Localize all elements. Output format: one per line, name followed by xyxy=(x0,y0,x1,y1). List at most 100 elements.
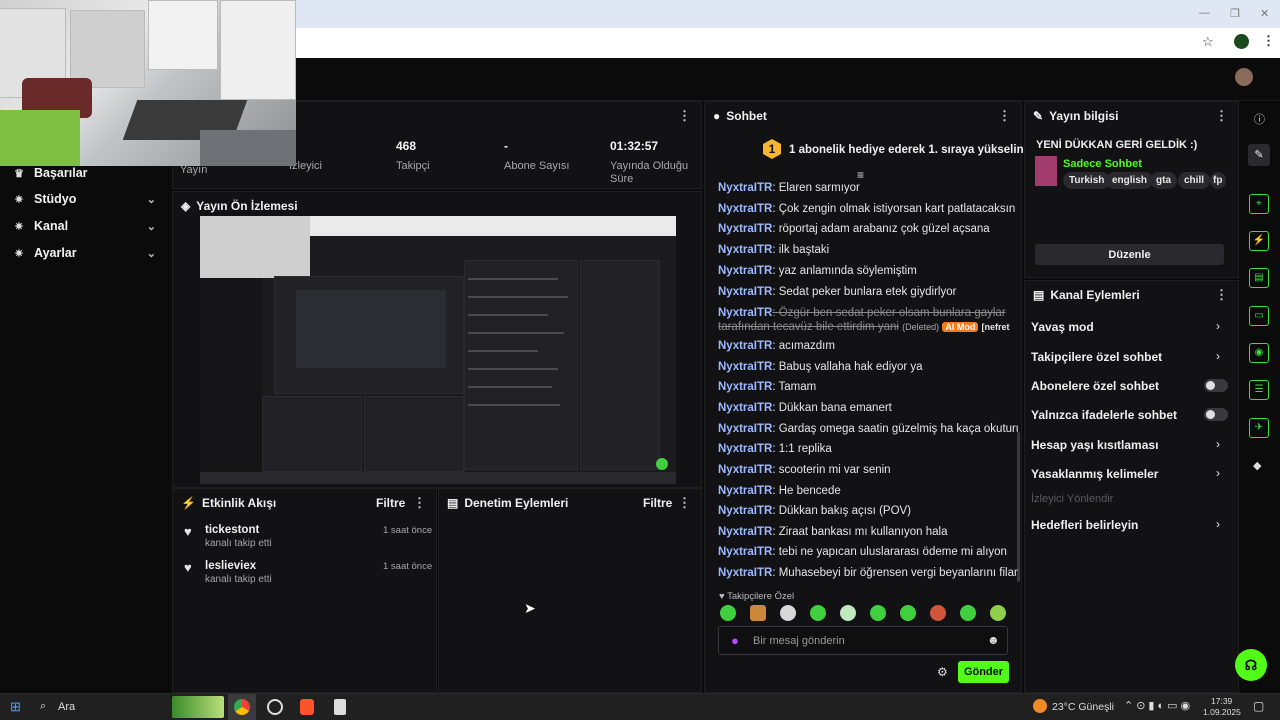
document-icon[interactable]: ▤ xyxy=(1249,268,1269,288)
info-icon[interactable]: ⓘ xyxy=(1254,111,1265,127)
chat-bubble-icon[interactable]: ▭ xyxy=(1249,306,1269,326)
chevron-right-icon[interactable]: › xyxy=(1216,517,1220,531)
clock-date[interactable]: 1.09.2025 xyxy=(1203,707,1241,717)
star-icon[interactable]: ☆ xyxy=(1202,34,1214,50)
microphone-icon[interactable]: ● xyxy=(731,633,739,648)
banned-words-item[interactable]: Yasaklanmış kelimeler xyxy=(1031,467,1158,481)
emoji-icon[interactable]: ☻ xyxy=(987,633,1000,647)
chat-username[interactable]: NyxtraITR xyxy=(718,443,772,455)
broadcast-icon[interactable]: ◉ xyxy=(1249,343,1269,363)
more-icon[interactable]: ⋮ xyxy=(1215,287,1228,303)
avatar[interactable] xyxy=(1235,68,1253,86)
account-age-item[interactable]: Hesap yaşı kısıtlaması xyxy=(1031,438,1158,452)
emote-icon[interactable] xyxy=(720,605,736,621)
taskbar-search[interactable]: Ara xyxy=(58,701,75,713)
chat-message: NyxtraITR: tebi ne yapıcan uluslararası … xyxy=(718,546,1007,558)
more-icon[interactable]: ⋮ xyxy=(1215,108,1228,124)
more-icon[interactable]: ⋮ xyxy=(678,495,691,511)
emote-icon[interactable] xyxy=(780,605,796,621)
emote-icon[interactable] xyxy=(870,605,886,621)
chat-username[interactable]: NyxtraITR xyxy=(718,402,772,414)
tag[interactable]: gta xyxy=(1150,172,1177,189)
minimize-icon[interactable]: — xyxy=(1199,7,1210,19)
clock-time[interactable]: 17:39 xyxy=(1211,696,1232,706)
chat-username[interactable]: NyxtraITR xyxy=(718,423,772,435)
wrench-icon[interactable]: ✈ xyxy=(1249,418,1269,438)
slow-mode-item[interactable]: Yavaş mod xyxy=(1031,320,1094,334)
tag[interactable]: Turkish xyxy=(1063,172,1111,189)
chat-username[interactable]: NyxtraITR xyxy=(718,307,772,319)
chat-username[interactable]: NyxtraITR xyxy=(718,361,772,373)
search-icon[interactable]: ⌕ xyxy=(40,700,46,713)
crop-icon[interactable]: ⌖ xyxy=(1249,194,1269,214)
chat-username[interactable]: NyxtraITR xyxy=(718,381,772,393)
set-goals-item[interactable]: Hedefleri belirleyin xyxy=(1031,518,1138,532)
chat-username[interactable]: NyxtraITR xyxy=(718,286,772,298)
tag[interactable]: fp xyxy=(1210,172,1226,189)
chrome-icon[interactable] xyxy=(234,699,250,715)
chat-username[interactable]: NyxtraITR xyxy=(718,567,772,579)
obs-icon[interactable] xyxy=(267,699,283,715)
stream-preview[interactable] xyxy=(200,216,676,484)
subscribers-only-toggle[interactable] xyxy=(1204,379,1228,392)
close-icon[interactable]: ✕ xyxy=(1260,7,1269,20)
emote-icon[interactable] xyxy=(840,605,856,621)
pinned-message[interactable]: 1 abonelik hediye ederek 1. sıraya yükse… xyxy=(789,144,1024,156)
tray-icons[interactable]: ⌃⊙▮◐▭◉ xyxy=(1124,699,1193,712)
bolt-icon[interactable]: ⚡ xyxy=(1249,231,1269,251)
emote-icon[interactable] xyxy=(990,605,1006,621)
edit-button[interactable]: Düzenle xyxy=(1035,244,1224,265)
emote-icon[interactable] xyxy=(810,605,826,621)
profile-icon[interactable] xyxy=(1234,34,1249,49)
chat-username[interactable]: NyxtraITR xyxy=(718,265,772,277)
chat-username[interactable]: NyxtraITR xyxy=(718,203,772,215)
support-icon[interactable]: ☊ xyxy=(1235,649,1267,681)
notification-icon[interactable]: ▢ xyxy=(1253,699,1264,713)
sidebar-item-channel[interactable]: ✷ Kanal ⌄ xyxy=(12,215,162,237)
pencil-icon[interactable]: ✎ xyxy=(1248,144,1270,166)
weather-text[interactable]: 23°C Güneşli xyxy=(1052,701,1114,713)
activity-user[interactable]: tickestont xyxy=(205,524,259,536)
chat-username[interactable]: NyxtraITR xyxy=(718,340,772,352)
emote-icon[interactable] xyxy=(900,605,916,621)
menu-icon[interactable]: ⋮ xyxy=(1262,33,1275,49)
sidebar-item-studio[interactable]: ✷ Stüdyo ⌄ xyxy=(12,188,162,210)
chat-username[interactable]: NyxtraITR xyxy=(718,464,772,476)
chat-username[interactable]: NyxtraITR xyxy=(718,223,772,235)
restore-icon[interactable]: ❐ xyxy=(1230,7,1240,20)
chat-input[interactable]: ● Bir mesaj gönderin ☻ xyxy=(718,626,1008,655)
send-button[interactable]: Gönder xyxy=(958,661,1009,683)
more-icon[interactable]: ⋮ xyxy=(413,495,426,511)
chevron-right-icon[interactable]: › xyxy=(1216,437,1220,451)
chat-username[interactable]: NyxtraITR xyxy=(718,546,772,558)
chevron-right-icon[interactable]: › xyxy=(1216,349,1220,363)
layout-icon[interactable]: ☰ xyxy=(1249,380,1269,400)
emote-icon[interactable] xyxy=(930,605,946,621)
chat-username[interactable]: NyxtraITR xyxy=(718,526,772,538)
gear-icon[interactable]: ⚙ xyxy=(937,665,948,679)
chat-username[interactable]: NyxtraITR xyxy=(718,182,772,194)
category-link[interactable]: Sadece Sohbet xyxy=(1063,158,1142,170)
chevron-right-icon[interactable]: › xyxy=(1216,466,1220,480)
emote-only-toggle[interactable] xyxy=(1204,408,1228,421)
tag[interactable]: english xyxy=(1106,172,1154,189)
windows-start-icon[interactable]: ⊞ xyxy=(10,699,21,715)
chat-username[interactable]: NyxtraITR xyxy=(718,244,772,256)
followers-only-item[interactable]: Takipçilere özel sohbet xyxy=(1031,350,1162,364)
more-icon[interactable]: ⋮ xyxy=(678,108,691,124)
collapse-icon[interactable]: ≡ xyxy=(857,168,864,182)
chevron-right-icon[interactable]: › xyxy=(1216,319,1220,333)
more-icon[interactable]: ⋮ xyxy=(998,108,1011,124)
shapes-icon[interactable]: ◆ xyxy=(1253,459,1261,472)
moderation-filter-button[interactable]: Filtre xyxy=(643,496,672,510)
chat-username[interactable]: NyxtraITR xyxy=(718,505,772,517)
brave-icon[interactable] xyxy=(300,699,314,715)
emote-icon[interactable] xyxy=(750,605,766,621)
tag[interactable]: chill xyxy=(1178,172,1211,189)
activity-user[interactable]: leslieviex xyxy=(205,560,256,572)
calculator-icon[interactable] xyxy=(334,699,346,715)
emote-icon[interactable] xyxy=(960,605,976,621)
sidebar-item-settings[interactable]: ✷ Ayarlar ⌄ xyxy=(12,242,162,264)
activity-filter-button[interactable]: Filtre xyxy=(376,496,405,510)
chat-username[interactable]: NyxtraITR xyxy=(718,485,772,497)
